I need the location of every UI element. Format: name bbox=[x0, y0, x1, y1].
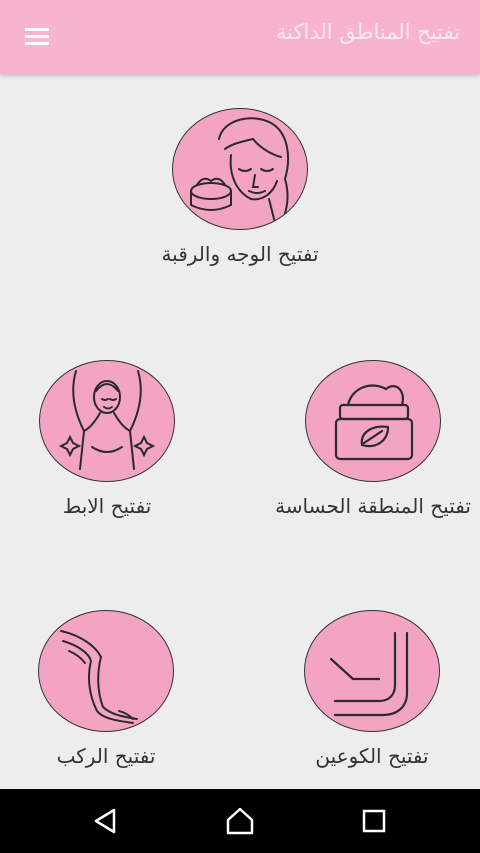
category-label: تفتيح الركب bbox=[56, 744, 156, 768]
category-knees-circle bbox=[38, 610, 174, 732]
category-underarm-circle bbox=[39, 360, 175, 482]
category-face-circle bbox=[172, 108, 308, 230]
hamburger-menu-icon[interactable] bbox=[20, 22, 54, 52]
back-triangle-icon[interactable] bbox=[90, 805, 122, 837]
category-sensitive-circle bbox=[305, 360, 441, 482]
category-sensitive-area[interactable]: تفتيح المنطقة الحساسة bbox=[263, 360, 480, 518]
app-bar: تفتيح المناطق الداكنة bbox=[0, 0, 480, 74]
category-knees[interactable]: تفتيح الركب bbox=[0, 610, 216, 768]
face-cream-icon bbox=[190, 117, 290, 224]
legs-knees-icon bbox=[60, 630, 138, 724]
elbow-icon bbox=[329, 631, 409, 717]
category-face-neck[interactable]: تفتيح الوجه والرقبة bbox=[130, 108, 350, 266]
category-label: تفتيح الابط bbox=[62, 494, 152, 518]
category-label: تفتيح الوجه والرقبة bbox=[161, 242, 319, 266]
recents-square-icon[interactable] bbox=[358, 805, 390, 837]
category-elbows-circle bbox=[304, 610, 440, 732]
page-title: تفتيح المناطق الداكنة bbox=[275, 20, 460, 44]
category-elbows[interactable]: تفتيح الكوعين bbox=[262, 610, 480, 768]
category-label: تفتيح الكوعين bbox=[315, 744, 429, 768]
category-label: تفتيح المنطقة الحساسة bbox=[275, 494, 471, 518]
category-underarm[interactable]: تفتيح الابط bbox=[0, 360, 217, 518]
system-nav-bar bbox=[0, 789, 480, 853]
underarm-icon bbox=[58, 370, 156, 470]
home-icon[interactable] bbox=[224, 805, 256, 837]
cream-jar-leaf-icon bbox=[334, 384, 414, 461]
